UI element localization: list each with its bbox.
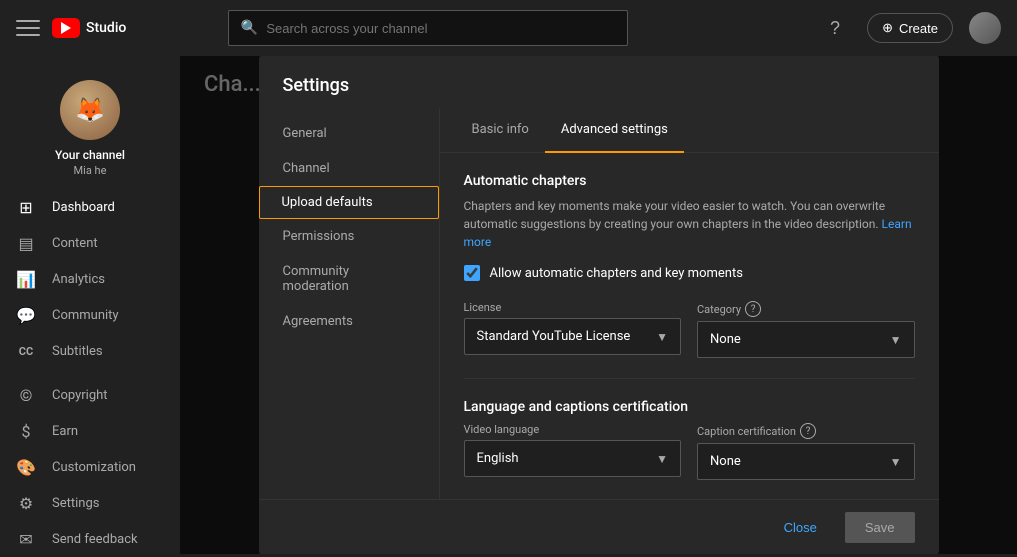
menu-button[interactable]: [16, 16, 40, 40]
modal-body: General Channel Upload defaults Permissi…: [259, 108, 939, 499]
tab-basic-info[interactable]: Basic info: [456, 108, 545, 153]
subtitles-icon: CC: [16, 341, 36, 361]
channel-name: Your channel: [55, 148, 125, 162]
top-right-actions: ? ⊕ Create: [819, 12, 1001, 44]
allow-chapters-row: Allow automatic chapters and key moments: [464, 265, 915, 281]
close-button[interactable]: Close: [764, 512, 837, 543]
language-captions-title: Language and captions certification: [464, 399, 915, 415]
search-bar: 🔍: [228, 10, 628, 46]
category-help-icon[interactable]: ?: [745, 301, 761, 317]
customization-icon: 🎨: [16, 457, 36, 477]
sidebar-item-dashboard[interactable]: ⊞ Dashboard: [0, 189, 180, 225]
save-button[interactable]: Save: [845, 512, 915, 543]
channel-sub: Mia he: [74, 164, 107, 177]
license-chevron: ▼: [656, 330, 668, 344]
sidebar-item-settings[interactable]: ⚙ Settings: [0, 485, 180, 521]
sidebar-item-community[interactable]: 💬 Community: [0, 297, 180, 333]
settings-modal: Settings General Channel Upload defaults…: [259, 56, 939, 554]
analytics-icon: 📊: [16, 269, 36, 289]
logo: Studio: [52, 18, 126, 38]
content-icon: ▤: [16, 233, 36, 253]
sidebar-item-earn[interactable]: $ Earn: [0, 413, 180, 449]
settings-nav-permissions[interactable]: Permissions: [259, 219, 439, 254]
license-label: License: [464, 301, 682, 314]
youtube-icon: [52, 18, 80, 38]
category-label: Category ?: [697, 301, 915, 317]
earn-icon: $: [16, 421, 36, 441]
allow-chapters-checkbox[interactable]: [464, 265, 480, 281]
category-group: Category ? None ▼: [697, 301, 915, 358]
sidebar-item-subtitles[interactable]: CC Subtitles: [0, 333, 180, 369]
dashboard-icon: ⊞: [16, 197, 36, 217]
automatic-chapters-title: Automatic chapters: [464, 173, 915, 189]
settings-icon: ⚙: [16, 493, 36, 513]
license-group: License Standard YouTube License ▼: [464, 301, 682, 358]
language-caption-row: Video language English ▼ Capti: [464, 423, 915, 480]
category-dropdown[interactable]: None ▼: [697, 321, 915, 358]
settings-panel: Basic info Advanced settings Automatic c…: [439, 108, 939, 499]
settings-nav-agreements[interactable]: Agreements: [259, 304, 439, 339]
sidebar-item-customization[interactable]: 🎨 Customization: [0, 449, 180, 485]
video-language-label: Video language: [464, 423, 682, 436]
avatar[interactable]: [969, 12, 1001, 44]
caption-cert-group: Caption certification ? None ▼: [697, 423, 915, 480]
modal-title: Settings: [259, 56, 939, 108]
create-button[interactable]: ⊕ Create: [867, 13, 953, 43]
caption-cert-chevron: ▼: [890, 455, 902, 469]
settings-nav-general[interactable]: General: [259, 116, 439, 151]
advanced-settings-content: Automatic chapters Chapters and key mome…: [440, 153, 939, 499]
main-content: Cha... Settings General Channel Upload d…: [180, 56, 1017, 554]
feedback-icon: ✉: [16, 529, 36, 549]
category-chevron: ▼: [890, 333, 902, 347]
sidebar-item-content[interactable]: ▤ Content: [0, 225, 180, 261]
sidebar-item-analytics[interactable]: 📊 Analytics: [0, 261, 180, 297]
channel-avatar[interactable]: 🦊: [60, 80, 120, 140]
video-language-group: Video language English ▼: [464, 423, 682, 480]
video-language-chevron: ▼: [656, 452, 668, 466]
create-icon: ⊕: [882, 20, 893, 36]
help-button[interactable]: ?: [819, 12, 851, 44]
search-icon: 🔍: [241, 20, 258, 36]
settings-nav-channel[interactable]: Channel: [259, 151, 439, 186]
sidebar-item-copyright[interactable]: © Copyright: [0, 377, 180, 413]
video-language-dropdown[interactable]: English ▼: [464, 440, 682, 477]
channel-info: 🦊 Your channel Mia he: [0, 64, 180, 189]
caption-cert-label: Caption certification ?: [697, 423, 915, 439]
layout: 🦊 Your channel Mia he ⊞ Dashboard ▤ Cont…: [0, 56, 1017, 554]
settings-nav: General Channel Upload defaults Permissi…: [259, 108, 439, 499]
license-dropdown[interactable]: Standard YouTube License ▼: [464, 318, 682, 355]
copyright-icon: ©: [16, 385, 36, 405]
sidebar: 🦊 Your channel Mia he ⊞ Dashboard ▤ Cont…: [0, 56, 180, 554]
automatic-chapters-desc: Chapters and key moments make your video…: [464, 197, 915, 251]
settings-nav-community-moderation[interactable]: Community moderation: [259, 254, 439, 304]
search-input[interactable]: [266, 21, 615, 36]
community-icon: 💬: [16, 305, 36, 325]
section-divider: [464, 378, 915, 379]
caption-cert-dropdown[interactable]: None ▼: [697, 443, 915, 480]
top-nav: Studio 🔍 ? ⊕ Create: [0, 0, 1017, 56]
license-category-row: License Standard YouTube License ▼: [464, 301, 915, 358]
modal-footer: Close Save: [259, 499, 939, 554]
sidebar-item-send-feedback[interactable]: ✉ Send feedback: [0, 521, 180, 557]
tab-advanced-settings[interactable]: Advanced settings: [545, 108, 684, 153]
studio-label: Studio: [86, 20, 126, 36]
caption-help-icon[interactable]: ?: [800, 423, 816, 439]
tab-bar: Basic info Advanced settings: [440, 108, 939, 153]
modal-overlay: Settings General Channel Upload defaults…: [180, 56, 1017, 554]
settings-nav-upload-defaults[interactable]: Upload defaults: [259, 186, 439, 219]
allow-chapters-label: Allow automatic chapters and key moments: [490, 266, 743, 281]
